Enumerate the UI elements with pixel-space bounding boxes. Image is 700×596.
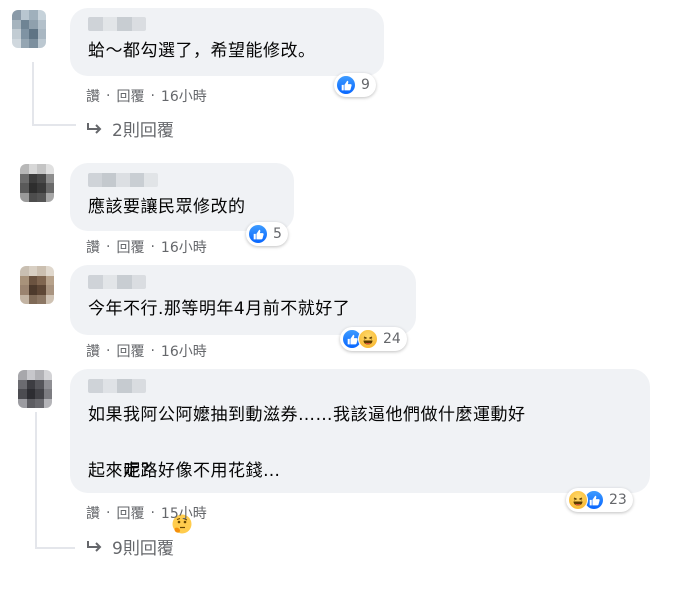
reaction-count: 23 (609, 492, 627, 508)
like-icon (336, 75, 356, 95)
separator: · (106, 505, 111, 521)
comment-text-line-1: 如果我阿公阿嬤抽到動滋券……我該逼他們做什麼運動好 (88, 405, 526, 425)
reaction-summary[interactable]: 24 (340, 327, 407, 351)
avatar[interactable] (20, 266, 54, 304)
comment-text: 應該要讓民眾修改的 (88, 197, 246, 217)
separator: · (150, 239, 155, 255)
haha-icon (358, 329, 378, 349)
comment-text: 蛤～都勾選了，希望能修改。 (88, 41, 316, 61)
reaction-summary[interactable]: 9 (334, 73, 376, 97)
reply-arrow-icon (86, 122, 104, 136)
reaction-count: 9 (361, 77, 370, 93)
thread-line-1 (32, 62, 34, 124)
reaction-summary[interactable]: 23 (566, 488, 633, 512)
comment-actions: 讚 · 回覆 · 16小時 (86, 237, 207, 257)
comment-bubble: 今年不行.那等明年4月前不就好了 (70, 265, 416, 335)
separator: · (150, 505, 155, 521)
comment-bubble: 蛤～都勾選了，希望能修改。 (70, 8, 384, 76)
reaction-count: 24 (383, 331, 401, 347)
replies-count-label: 2則回覆 (112, 121, 174, 141)
replies-count-label: 9則回覆 (112, 539, 174, 559)
timestamp[interactable]: 16小時 (161, 341, 207, 361)
blurred-author-name[interactable] (88, 275, 146, 289)
reaction-count: 5 (273, 226, 282, 242)
separator: · (106, 239, 111, 255)
like-button[interactable]: 讚 (86, 237, 100, 257)
like-button[interactable]: 讚 (86, 503, 100, 523)
blurred-author-name[interactable] (88, 17, 146, 31)
view-replies-link[interactable]: 9則回覆 (86, 534, 174, 559)
timestamp[interactable]: 15小時 (161, 503, 207, 523)
comment-actions: 讚 · 回覆 · 16小時 (86, 86, 207, 106)
reply-arrow-icon (86, 540, 104, 554)
like-button[interactable]: 讚 (86, 86, 100, 106)
reply-button[interactable]: 回覆 (116, 237, 144, 257)
thread-hook-4 (35, 547, 75, 549)
separator: · (150, 88, 155, 104)
comment-actions: 讚 · 回覆 · 16小時 (86, 341, 207, 361)
haha-icon (568, 490, 588, 510)
comment-bubble: 如果我阿公阿嬤抽到動滋券……我該逼他們做什麼運動好 呢？ 起來走路好像不用花錢… (70, 369, 650, 534)
thread-hook-1 (32, 124, 76, 126)
separator: · (150, 343, 155, 359)
comment-text-line-3: 起來走路好像不用花錢… (88, 461, 281, 481)
thread-line-4 (35, 412, 37, 548)
separator: · (106, 88, 111, 104)
avatar[interactable] (20, 164, 54, 202)
comment-actions: 讚 · 回覆 · 15小時 (86, 503, 207, 523)
like-icon (248, 224, 268, 244)
timestamp[interactable]: 16小時 (161, 237, 207, 257)
blurred-author-name[interactable] (88, 379, 146, 393)
timestamp[interactable]: 16小時 (161, 86, 207, 106)
reply-button[interactable]: 回覆 (116, 503, 144, 523)
reaction-summary[interactable]: 5 (246, 222, 288, 246)
reply-button[interactable]: 回覆 (116, 86, 144, 106)
avatar[interactable] (12, 10, 46, 48)
comment-text: 今年不行.那等明年4月前不就好了 (88, 299, 351, 319)
reply-button[interactable]: 回覆 (116, 341, 144, 361)
like-button[interactable]: 讚 (86, 341, 100, 361)
comment-bubble: 應該要讓民眾修改的 (70, 163, 294, 231)
avatar[interactable] (18, 370, 52, 408)
blurred-author-name[interactable] (88, 173, 158, 187)
separator: · (106, 343, 111, 359)
view-replies-link[interactable]: 2則回覆 (86, 116, 174, 141)
